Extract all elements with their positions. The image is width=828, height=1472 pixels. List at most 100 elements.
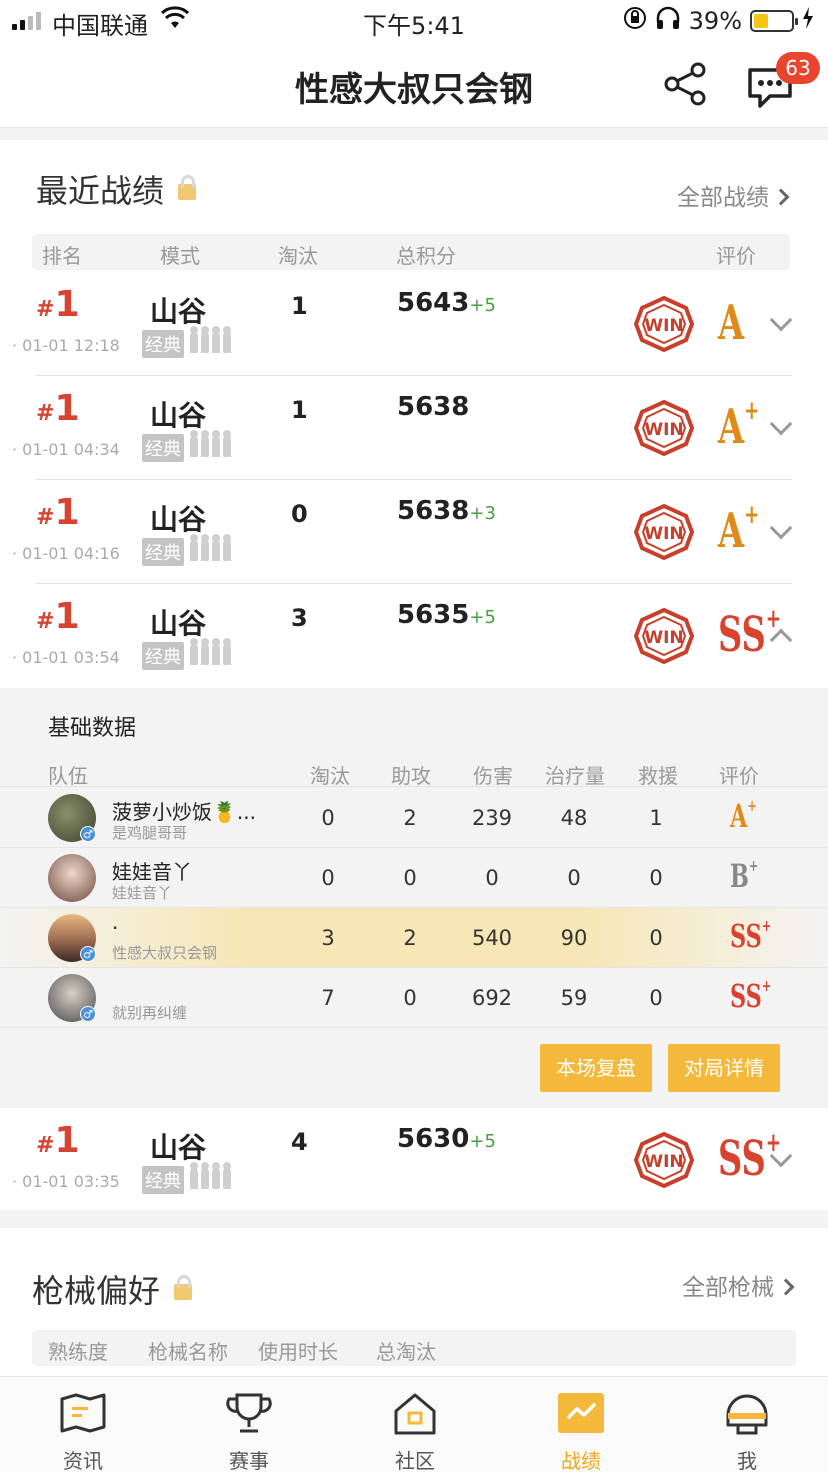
chevron-right-icon: [772, 188, 790, 206]
weapon-preference-title: 枪械偏好: [32, 1272, 161, 1310]
player-grade: A+: [730, 796, 757, 835]
tab-events[interactable]: 赛事: [166, 1377, 332, 1472]
player-name: 娃娃音丫: [112, 860, 192, 884]
match-row[interactable]: #1 · 01-01 04:16 山谷 经典 0 5638+3 WIN A+: [0, 480, 828, 584]
squad-icon: [190, 326, 231, 353]
male-icon: ♂: [80, 1006, 96, 1022]
player-nickname: 是鸡腿哥哥: [112, 824, 188, 842]
match-map: 山谷: [150, 399, 207, 432]
svg-text:WIN: WIN: [644, 524, 683, 544]
match-time: · 01-01 12:18: [12, 336, 120, 355]
replay-button[interactable]: 本场复盘: [540, 1044, 652, 1092]
player-row[interactable]: ♂ 菠萝小炒饭🍍... 是鸡腿哥哥 0 2 239 48 1 A+: [0, 788, 828, 848]
squad-icon: [190, 430, 231, 457]
squad-icon: [190, 534, 231, 561]
match-grade: SS+: [718, 604, 782, 663]
match-rank: 1: [54, 284, 80, 325]
map-book-icon: [60, 1393, 106, 1433]
male-icon: ♂: [80, 826, 96, 842]
player-assists: 2: [403, 806, 417, 830]
all-records-link[interactable]: 全部战绩: [677, 178, 790, 212]
win-stamp-icon: WIN: [633, 1131, 695, 1189]
tab-records[interactable]: 战绩: [498, 1377, 664, 1472]
chevron-down-icon[interactable]: [769, 516, 793, 540]
match-mode: 经典: [142, 434, 184, 462]
match-row[interactable]: #1 · 01-01 04:34 山谷 经典 1 5638 WIN A+: [0, 376, 828, 480]
match-grade: A+: [718, 500, 760, 559]
player-name: 菠萝小炒饭🍍...: [112, 800, 256, 824]
player-rescue: 0: [649, 986, 663, 1010]
battery-icon: [750, 10, 798, 32]
match-kills: 4: [291, 1128, 308, 1156]
chevron-down-icon[interactable]: [769, 412, 793, 436]
tab-label: 我: [737, 1449, 757, 1472]
match-rank: 1: [54, 596, 80, 637]
player-rescue: 0: [649, 926, 663, 950]
win-stamp-icon: WIN: [633, 295, 695, 353]
match-rank: 1: [54, 388, 80, 429]
header-grade: 评价: [716, 244, 756, 268]
tab-community[interactable]: 社区: [332, 1377, 498, 1472]
weapons-header-row: 熟练度 枪械名称 使用时长 总淘汰: [32, 1330, 796, 1366]
match-detail-panel: 基础数据 队伍 淘汰 助攻 伤害 治疗量 救援 评价 ♂ 菠萝小炒饭🍍... 是…: [0, 688, 828, 1108]
header-proficiency: 熟练度: [48, 1340, 108, 1364]
player-grade: SS+: [730, 916, 772, 955]
svg-text:WIN: WIN: [644, 420, 683, 440]
male-icon: ♂: [80, 946, 96, 962]
section-gap: [0, 1210, 828, 1228]
match-row-expanded[interactable]: #1 · 01-01 03:54 山谷 经典 3 5635+5 WIN SS+: [0, 584, 828, 688]
squad-icon: [190, 1162, 231, 1189]
header-rank: 排名: [42, 244, 82, 268]
lock-icon: [178, 175, 196, 200]
tab-news[interactable]: 资讯: [0, 1377, 166, 1472]
player-nickname: 娃娃音丫: [112, 884, 173, 902]
match-time: · 01-01 04:16: [12, 544, 120, 563]
detail-header-team: 队伍: [48, 764, 88, 788]
share-button[interactable]: [662, 60, 710, 108]
player-row[interactable]: 娃娃音丫 娃娃音丫 0 0 0 0 0 B+: [0, 848, 828, 908]
match-score: 5638: [397, 392, 470, 422]
trophy-icon: [226, 1393, 272, 1433]
tab-me[interactable]: 我: [664, 1377, 828, 1472]
match-row[interactable]: #1 · 01-01 12:18 山谷 经典 1 5643+5 WIN A: [0, 272, 828, 376]
headphones-icon: [655, 6, 681, 36]
match-kills: 1: [291, 396, 308, 424]
detail-header-kills: 淘汰: [310, 764, 350, 788]
svg-text:WIN: WIN: [644, 316, 683, 336]
player-row-self[interactable]: ♂ · 性感大叔只会钢 3 2 540 90 0 SS+: [0, 908, 828, 968]
header-usage-time: 使用时长: [258, 1340, 338, 1364]
header-weapon-name: 枪械名称: [148, 1340, 228, 1364]
detail-title: 基础数据: [48, 716, 137, 741]
match-mode: 经典: [142, 330, 184, 358]
player-row[interactable]: ♂ 就别再纠缠 7 0 692 59 0 SS+: [0, 968, 828, 1028]
tab-bar: 资讯 赛事 社区 战绩 我: [0, 1376, 828, 1472]
match-score: 5643+5: [397, 288, 496, 318]
match-details-button[interactable]: 对局详情: [668, 1044, 780, 1092]
match-row[interactable]: #1 · 01-01 03:35 山谷 经典 4 5630+5 WIN SS+: [0, 1108, 828, 1212]
player-damage: 239: [471, 806, 513, 830]
player-name: ·: [112, 916, 119, 940]
chevron-down-icon[interactable]: [769, 308, 793, 332]
lock-icon: [174, 1275, 192, 1300]
trend-chart-icon: [558, 1393, 604, 1433]
match-kills: 1: [291, 292, 308, 320]
svg-text:WIN: WIN: [644, 628, 683, 648]
player-rescue: 1: [649, 806, 663, 830]
match-map: 山谷: [150, 1131, 207, 1164]
match-time: · 01-01 03:35: [12, 1172, 120, 1191]
header-kills: 淘汰: [278, 244, 318, 268]
player-kills: 7: [321, 986, 335, 1010]
match-grade: A: [718, 295, 745, 351]
tab-label: 赛事: [229, 1449, 269, 1472]
win-stamp-icon: WIN: [633, 607, 695, 665]
header-total-kills: 总淘汰: [376, 1340, 436, 1364]
detail-header-heal: 治疗量: [545, 764, 605, 788]
player-assists: 2: [403, 926, 417, 950]
rotation-lock-icon: [623, 6, 647, 36]
match-kills: 0: [291, 500, 308, 528]
win-stamp-icon: WIN: [633, 399, 695, 457]
match-mode: 经典: [142, 642, 184, 670]
player-grade: B+: [730, 856, 759, 895]
all-weapons-link[interactable]: 全部枪械: [682, 1268, 795, 1302]
squad-icon: [190, 638, 231, 665]
